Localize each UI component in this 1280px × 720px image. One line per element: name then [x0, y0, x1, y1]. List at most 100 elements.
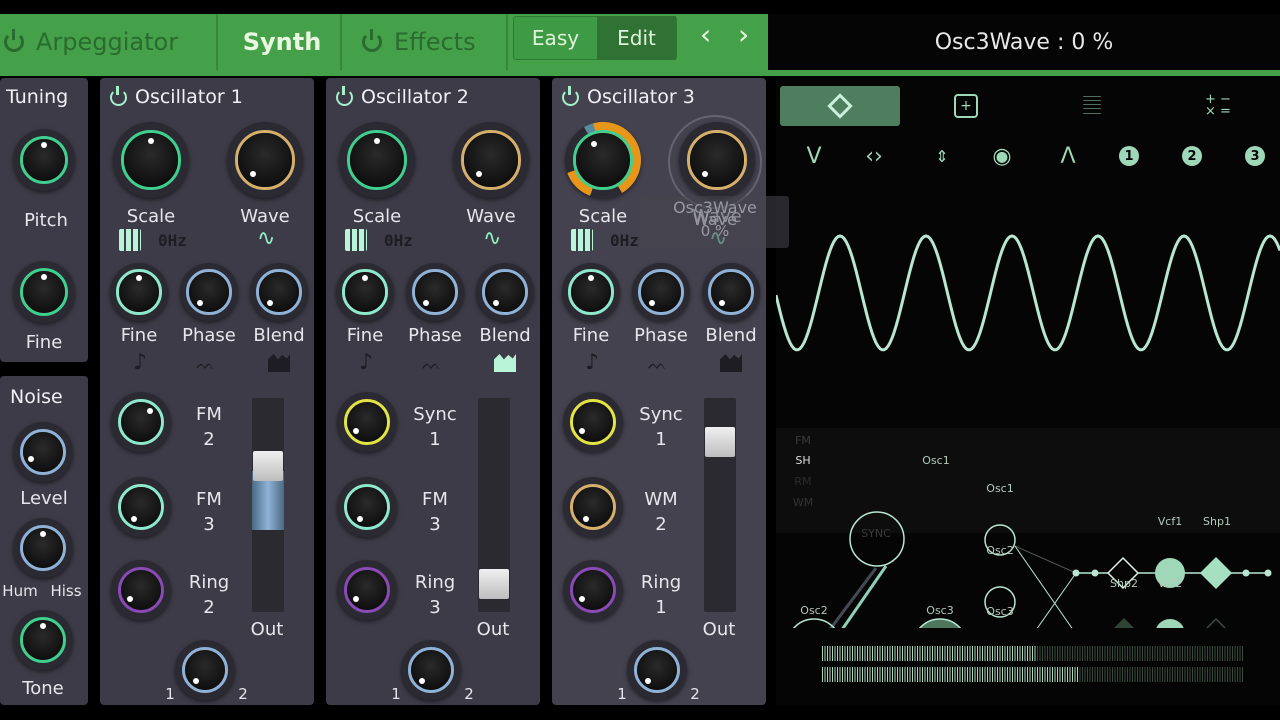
mod-knob-sync[interactable] — [563, 392, 623, 452]
mod-knob-ring[interactable] — [111, 560, 171, 620]
shape-bidir-button[interactable]: ‹› — [844, 136, 904, 176]
output-meter-right — [822, 667, 1243, 682]
keyboard-tracking-icon[interactable] — [345, 229, 367, 251]
output-level-slider[interactable] — [478, 398, 510, 612]
add-module-tab[interactable]: + — [906, 86, 1026, 126]
knob-indicator — [644, 677, 651, 684]
slider-handle[interactable] — [705, 427, 735, 458]
phase-wave-icon[interactable]: ᨓ — [648, 354, 667, 374]
mod-sh[interactable]: SH — [795, 454, 810, 467]
next-icon[interactable]: › — [738, 18, 749, 51]
mod-knob-fm[interactable] — [337, 477, 397, 537]
mod-knob-fm[interactable] — [111, 392, 171, 452]
fine-knob[interactable] — [336, 263, 394, 321]
mod-wm[interactable]: WM — [793, 496, 813, 509]
blend-knob[interactable] — [476, 263, 534, 321]
wave-knob[interactable] — [679, 122, 755, 198]
fine-tune-knob[interactable] — [13, 261, 75, 323]
vcf2-node[interactable] — [1155, 619, 1185, 628]
edit-button[interactable]: Edit — [597, 16, 676, 60]
keyboard-tracking-icon[interactable] — [571, 229, 593, 251]
bus-knob[interactable] — [401, 640, 461, 700]
mod-value: 2 — [203, 597, 215, 618]
bus-knob[interactable] — [627, 640, 687, 700]
note-icon[interactable]: ♪ — [585, 350, 599, 375]
power-icon[interactable] — [336, 85, 353, 106]
knob-cap — [641, 272, 681, 312]
scale-knob[interactable] — [565, 122, 641, 198]
shape-circle-button[interactable]: ◉ — [972, 136, 1032, 176]
power-icon[interactable] — [562, 85, 579, 106]
hum-hiss-knob[interactable] — [13, 518, 73, 578]
frequency-readout: 0Hz — [384, 231, 413, 250]
noise-title: Noise — [10, 386, 63, 408]
number-3-button[interactable]: 3 — [1225, 136, 1280, 176]
easy-button[interactable]: Easy — [515, 16, 596, 60]
mod-knob-ring[interactable] — [563, 560, 623, 620]
fine-knob[interactable] — [562, 263, 620, 321]
bus-knob[interactable] — [175, 640, 235, 700]
scale-knob[interactable] — [113, 122, 189, 198]
output-level-slider[interactable] — [704, 398, 736, 612]
pitch-knob[interactable] — [13, 129, 75, 191]
wave-knob[interactable] — [453, 122, 529, 198]
number-2-button[interactable]: 2 — [1162, 136, 1222, 176]
bus-1-label: 1 — [391, 685, 401, 703]
routing-tab[interactable] — [780, 86, 900, 126]
mod-rm[interactable]: RM — [794, 475, 811, 488]
sine-wave-icon[interactable]: ∿ — [483, 226, 501, 251]
shape-updown-button[interactable]: ⇕ — [912, 136, 972, 176]
shp1-diamond[interactable] — [1199, 556, 1233, 590]
power-icon[interactable] — [362, 29, 382, 52]
keyboard-tracking-icon[interactable] — [119, 229, 141, 251]
keyboard-tab[interactable]: 𝄚 — [1032, 86, 1152, 126]
math-tab[interactable]: + − × = — [1158, 86, 1278, 126]
out-label: Out — [476, 619, 510, 640]
wave-knob[interactable] — [227, 122, 303, 198]
slider-handle[interactable] — [479, 569, 509, 600]
fine-label: Fine — [120, 325, 158, 346]
blend-knob[interactable] — [250, 263, 308, 321]
note-icon[interactable]: ♪ — [359, 350, 373, 375]
scale-knob[interactable] — [339, 122, 415, 198]
phase-wave-icon[interactable]: ᨓ — [196, 354, 215, 374]
phase-knob[interactable] — [632, 263, 690, 321]
power-icon[interactable] — [4, 29, 24, 52]
hiss-label: Hiss — [50, 582, 82, 600]
noise-level-knob[interactable] — [13, 422, 73, 482]
tab-arpeggiator[interactable]: Arpeggiator — [0, 14, 218, 70]
power-icon[interactable] — [110, 85, 127, 106]
fine-knob[interactable] — [110, 263, 168, 321]
tab-synth[interactable]: Synth — [220, 14, 342, 70]
sine-wave-icon[interactable]: ∿ — [257, 226, 275, 251]
knob-indicator — [418, 677, 425, 684]
number-1-button[interactable]: 1 — [1099, 136, 1159, 176]
knob-indicator — [267, 299, 274, 306]
knob-indicator — [27, 456, 34, 463]
fine-label: Fine — [25, 332, 63, 353]
output-level-slider[interactable] — [252, 398, 284, 612]
phase-knob[interactable] — [180, 263, 238, 321]
tone-knob[interactable] — [13, 610, 73, 670]
tab-effects[interactable]: Effects — [344, 14, 508, 70]
mod-fm[interactable]: FM — [795, 434, 811, 447]
knob-cap — [189, 272, 229, 312]
shp2-diamond[interactable] — [1109, 617, 1139, 628]
knob-indicator — [40, 530, 46, 537]
mod-knob-wm[interactable] — [563, 477, 623, 537]
note-icon[interactable]: ♪ — [133, 350, 147, 375]
knob-indicator — [590, 140, 597, 147]
phase-wave-icon[interactable]: ᨓ — [422, 354, 441, 374]
shaper-diamond[interactable] — [1201, 617, 1231, 628]
osc3-node[interactable] — [913, 618, 967, 628]
mod-knob-ring[interactable] — [337, 560, 397, 620]
prev-icon[interactable]: ‹ — [700, 18, 711, 51]
shape-caret-button[interactable]: Λ — [1038, 136, 1098, 176]
mod-knob-sync[interactable] — [337, 392, 397, 452]
phase-knob[interactable] — [406, 263, 464, 321]
blend-knob[interactable] — [702, 263, 760, 321]
mod-knob-fm[interactable] — [111, 477, 171, 537]
slider-handle[interactable] — [253, 451, 283, 482]
shape-v-button[interactable]: V — [784, 136, 844, 176]
node-label: Osc3 — [926, 604, 954, 617]
